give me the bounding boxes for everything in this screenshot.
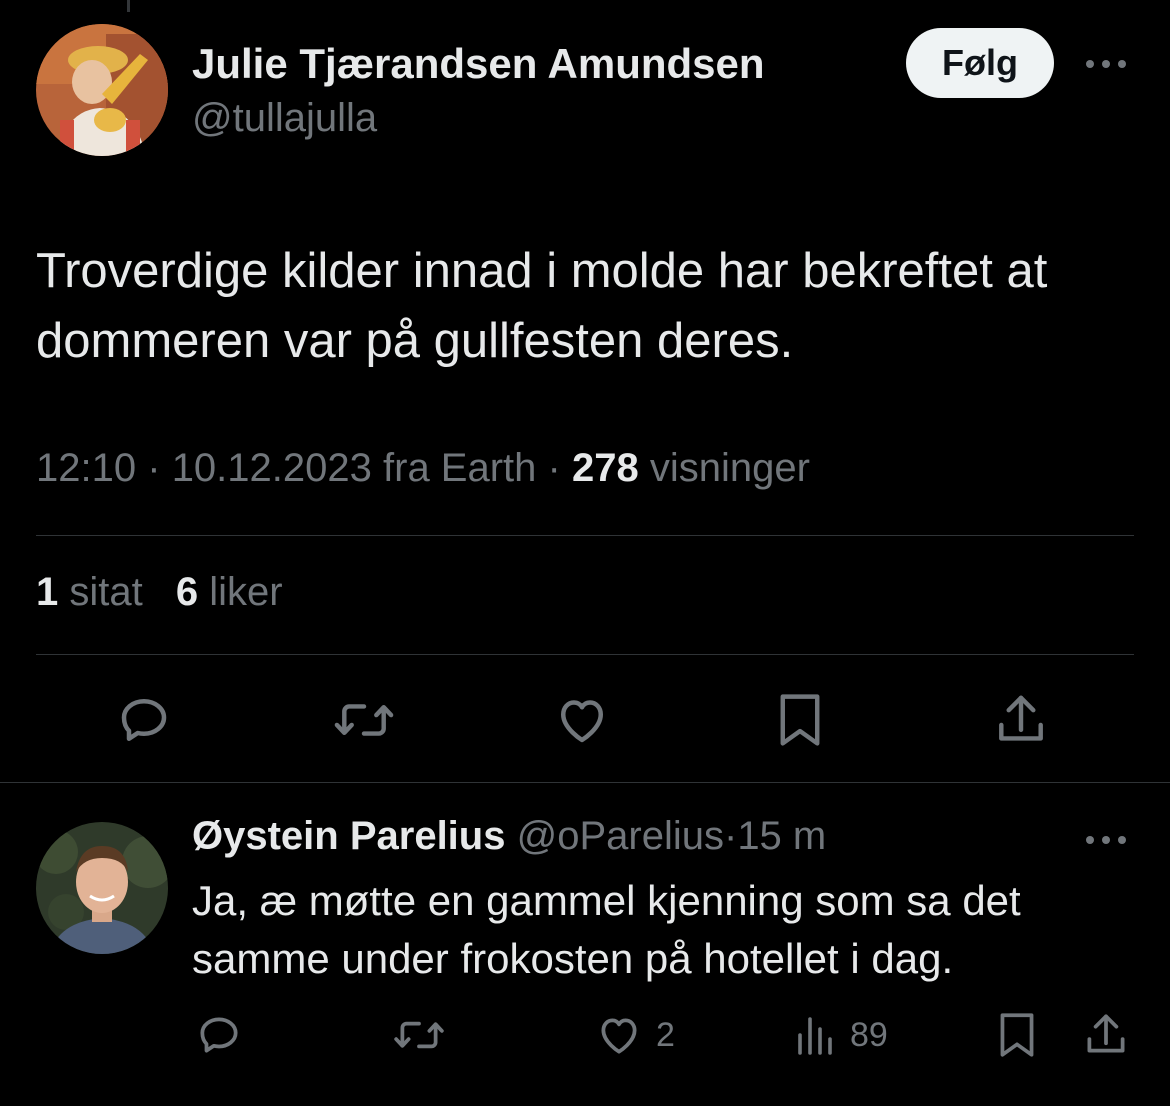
- bookmark-button[interactable]: [992, 1008, 1042, 1062]
- quotes-label: sitat: [69, 570, 143, 614]
- likes-count: 6: [175, 570, 199, 614]
- tweet-stats: 1 sitat 6 liker: [36, 570, 305, 615]
- likes-stat[interactable]: 6 liker: [176, 570, 283, 614]
- like-icon: [561, 700, 603, 743]
- like-button[interactable]: 2: [594, 1010, 675, 1060]
- like-icon: [601, 1018, 637, 1054]
- views-count: 89: [850, 1015, 888, 1054]
- avatar-image: [36, 24, 168, 156]
- share-button[interactable]: [990, 688, 1052, 752]
- quotes-stat[interactable]: 1 sitat: [36, 570, 143, 614]
- divider: [0, 782, 1170, 783]
- tweet-source: fra Earth: [383, 446, 537, 490]
- views-button[interactable]: 89: [794, 1010, 888, 1060]
- views-count[interactable]: 278: [572, 446, 639, 490]
- bookmark-icon: [1000, 1013, 1034, 1057]
- reply-header: Øystein Parelius @oParelius·15 m: [192, 814, 826, 859]
- views-label[interactable]: visninger: [650, 446, 810, 490]
- likes-label: liker: [209, 570, 283, 614]
- author-name[interactable]: Julie Tjærandsen Amundsen: [192, 40, 765, 88]
- like-count: 2: [656, 1015, 675, 1054]
- retweet-icon: [394, 1021, 444, 1049]
- share-icon: [1087, 1014, 1125, 1053]
- meta-separator: ·: [147, 446, 161, 490]
- share-button[interactable]: [1080, 1008, 1132, 1062]
- more-options-icon[interactable]: [1078, 820, 1134, 860]
- reply-author-handle[interactable]: @oParelius: [517, 814, 724, 858]
- share-icon: [999, 695, 1043, 741]
- bookmark-button[interactable]: [770, 688, 830, 752]
- reply-time[interactable]: 15 m: [737, 814, 826, 858]
- reply-icon: [200, 1017, 238, 1053]
- reply-author-name[interactable]: Øystein Parelius: [192, 814, 505, 858]
- retweet-button[interactable]: [392, 1010, 446, 1060]
- tweet-meta: 12:10 · 10.12.2023 fra Earth · 278 visni…: [36, 446, 810, 491]
- divider: [36, 654, 1134, 655]
- retweet-button[interactable]: [332, 690, 396, 750]
- thread-line: [127, 0, 130, 12]
- author-handle[interactable]: @tullajulla: [192, 96, 377, 141]
- reply-button[interactable]: [194, 1010, 244, 1060]
- reply-text: Ja, æ møtte en gammel kjenning som sa de…: [192, 877, 1021, 982]
- retweet-icon: [334, 704, 394, 736]
- divider: [36, 535, 1134, 536]
- follow-button[interactable]: Følg: [906, 28, 1054, 98]
- views-icon: [798, 1017, 832, 1055]
- tweet-text: Troverdige kilder innad i molde har bekr…: [36, 244, 1048, 368]
- meta-separator: ·: [547, 446, 561, 490]
- meta-separator: ·: [723, 814, 738, 858]
- like-button[interactable]: [551, 690, 613, 750]
- tweet-date[interactable]: 10.12.2023: [172, 446, 372, 490]
- reply-icon: [121, 699, 167, 741]
- avatar-image: [36, 822, 168, 954]
- more-options-icon[interactable]: [1078, 44, 1134, 84]
- quotes-count: 1: [36, 570, 59, 614]
- avatar[interactable]: [36, 822, 168, 954]
- avatar[interactable]: [36, 24, 168, 156]
- reply-button[interactable]: [114, 690, 174, 750]
- tweet-time[interactable]: 12:10: [36, 446, 136, 490]
- bookmark-icon: [780, 694, 820, 746]
